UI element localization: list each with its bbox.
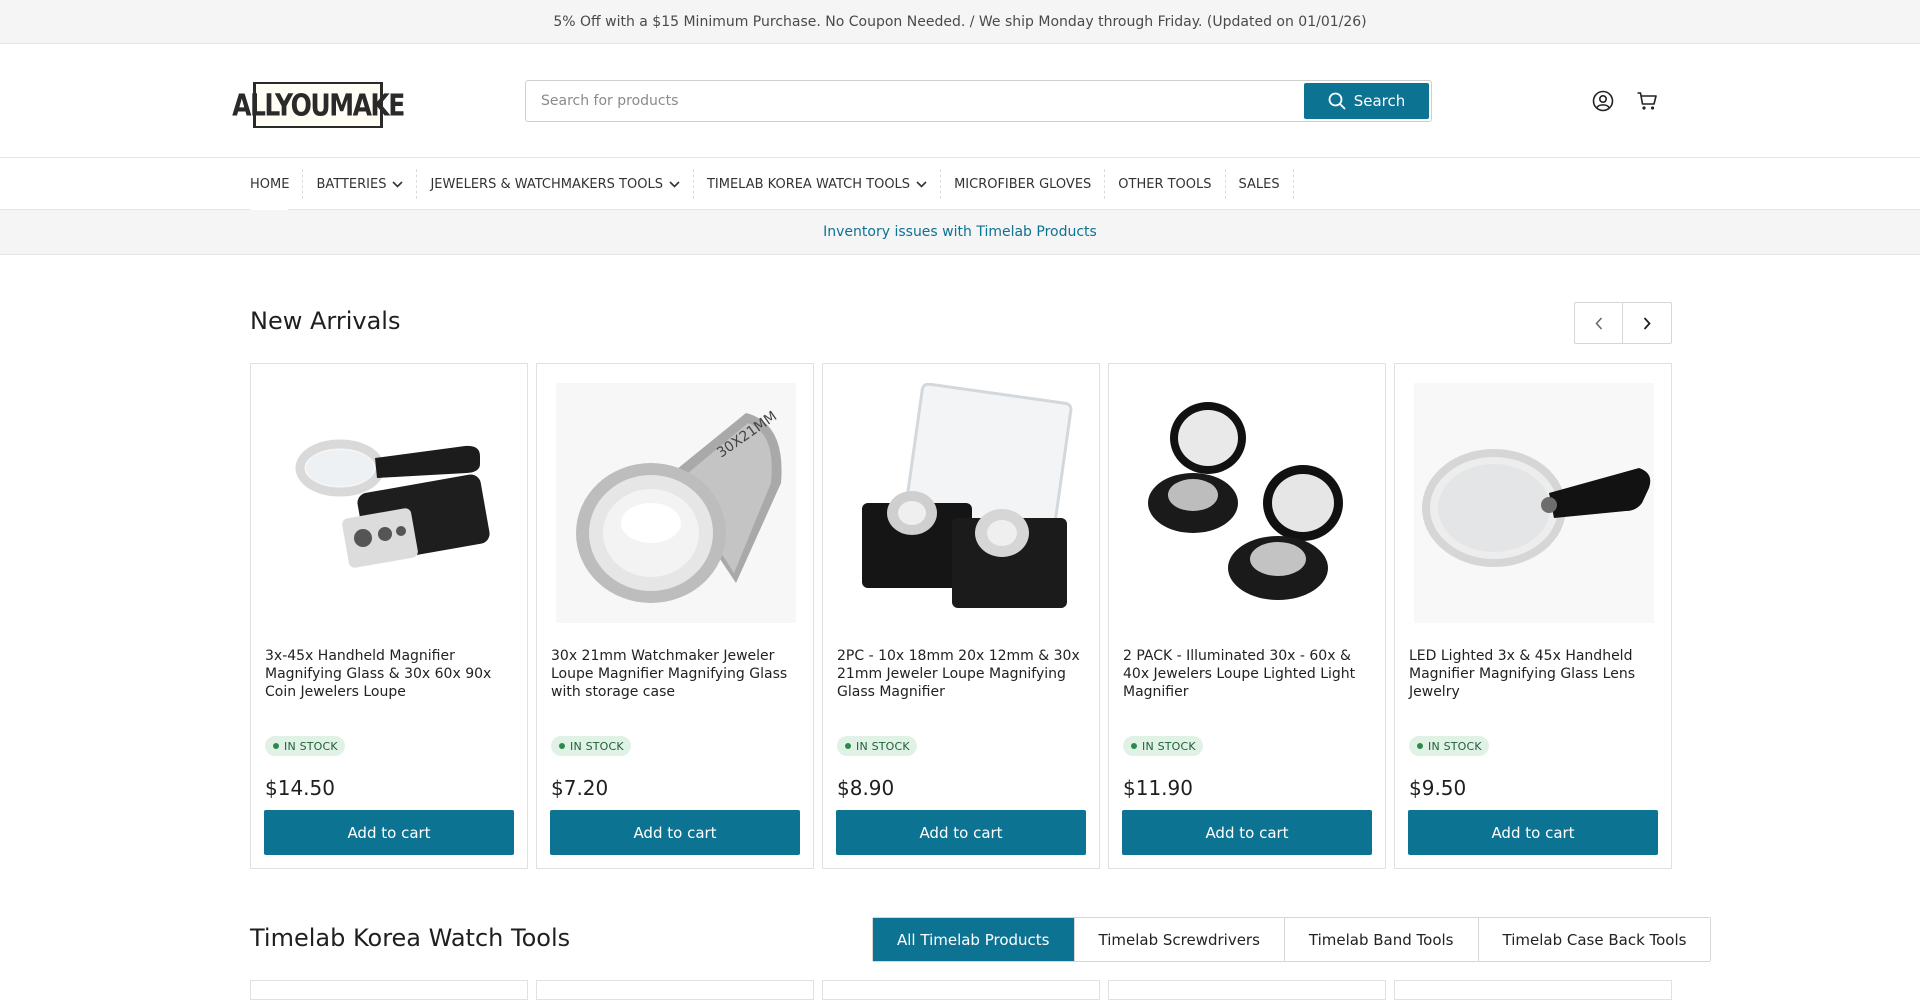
stock-dot-icon: [845, 743, 851, 749]
announcement-bar: 5% Off with a $15 Minimum Purchase. No C…: [0, 0, 1920, 44]
product-image[interactable]: [1123, 378, 1373, 628]
stock-badge: IN STOCK: [1409, 736, 1489, 756]
account-button[interactable]: [1590, 88, 1616, 114]
nav-item-label: BATTERIES: [316, 176, 387, 192]
nav-item-batteries[interactable]: BATTERIES: [303, 169, 418, 199]
stock-badge: IN STOCK: [837, 736, 917, 756]
tab-timelab-screwdrivers[interactable]: Timelab Screwdrivers: [1074, 918, 1285, 961]
handheld-magnifier-image: [295, 439, 490, 568]
search-input[interactable]: [526, 81, 1304, 121]
nav-item-label: TIMELAB KOREA WATCH TOOLS: [706, 176, 911, 192]
tab-timelab-case-back-tools[interactable]: Timelab Case Back Tools: [1478, 918, 1711, 961]
product-image[interactable]: 30X21MM: [551, 378, 801, 628]
carousel-prev-button[interactable]: [1575, 303, 1623, 343]
stock-label: IN STOCK: [1428, 739, 1482, 753]
product-price: $7.20: [551, 776, 609, 800]
nav-item-timelab-tools[interactable]: TIMELAB KOREA WATCH TOOLS: [694, 169, 942, 199]
product-title[interactable]: LED Lighted 3x & 45x Handheld Magnifier …: [1409, 647, 1659, 701]
product-price: $14.50: [265, 776, 335, 800]
nav-item-label: OTHER TOOLS: [1118, 176, 1212, 192]
logo-text: ALLYOUMAKE: [232, 87, 405, 123]
product-image[interactable]: [1409, 378, 1659, 628]
cart-icon: [1637, 92, 1657, 110]
nav-item-label: HOME: [250, 176, 290, 192]
nav-item-microfiber-gloves[interactable]: MICROFIBER GLOVES: [941, 169, 1106, 199]
product-card[interactable]: [1108, 980, 1386, 1000]
stock-label: IN STOCK: [856, 739, 910, 753]
add-to-cart-button[interactable]: Add to cart: [1122, 810, 1372, 855]
product-price: $8.90: [837, 776, 895, 800]
notice-link[interactable]: Inventory issues with Timelab Products: [823, 224, 1097, 240]
new-arrivals-title: New Arrivals: [250, 307, 401, 335]
product-card[interactable]: LED Lighted 3x & 45x Handheld Magnifier …: [1394, 363, 1672, 869]
search-icon: [1328, 92, 1346, 110]
product-card[interactable]: 30X21MM 30x 21mm Watchmaker Jeweler Loup…: [536, 363, 814, 869]
product-image[interactable]: [837, 378, 1087, 628]
add-to-cart-button[interactable]: Add to cart: [264, 810, 514, 855]
chevron-down-icon: [669, 180, 680, 188]
add-to-cart-button[interactable]: Add to cart: [550, 810, 800, 855]
nav-item-home[interactable]: HOME: [250, 169, 304, 210]
nav-item-label: MICROFIBER GLOVES: [954, 176, 1092, 192]
product-card[interactable]: [1394, 980, 1672, 1000]
product-title[interactable]: 3x-45x Handheld Magnifier Magnifying Gla…: [265, 647, 515, 701]
main-navigation: HOME BATTERIES JEWELERS & WATCHMAKERS TO…: [0, 158, 1920, 210]
stock-badge: IN STOCK: [551, 736, 631, 756]
led-handheld-magnifier-image: [1414, 383, 1654, 623]
chrome-loupe-image: 30X21MM: [556, 383, 796, 623]
product-card[interactable]: 2 PACK - Illuminated 30x - 60x & 40x Jew…: [1108, 363, 1386, 869]
product-card[interactable]: [536, 980, 814, 1000]
stock-dot-icon: [1131, 743, 1137, 749]
nav-item-label: JEWELERS & WATCHMAKERS TOOLS: [430, 176, 663, 192]
stock-dot-icon: [1417, 743, 1423, 749]
stock-label: IN STOCK: [1142, 739, 1196, 753]
account-icon: [1592, 90, 1614, 112]
notice-bar: Inventory issues with Timelab Products: [0, 210, 1920, 255]
product-card[interactable]: 2PC - 10x 18mm 20x 12mm & 30x 21mm Jewel…: [822, 363, 1100, 869]
nav-item-label: SALES: [1238, 176, 1280, 192]
timelab-product-row: [250, 980, 1672, 1000]
announcement-text: 5% Off with a $15 Minimum Purchase. No C…: [553, 13, 1367, 30]
chevron-down-icon: [916, 180, 927, 188]
stock-label: IN STOCK: [284, 739, 338, 753]
product-card[interactable]: [250, 980, 528, 1000]
stock-dot-icon: [273, 743, 279, 749]
site-header: ALLYOUMAKE Search: [0, 44, 1920, 158]
add-to-cart-button[interactable]: Add to cart: [1408, 810, 1658, 855]
carousel-controls: [1574, 302, 1672, 344]
stock-badge: IN STOCK: [265, 736, 345, 756]
timelab-tabs: All Timelab Products Timelab Screwdriver…: [872, 917, 1712, 962]
site-logo[interactable]: ALLYOUMAKE: [232, 82, 405, 128]
stock-badge: IN STOCK: [1123, 736, 1203, 756]
tab-all-timelab-products[interactable]: All Timelab Products: [873, 918, 1075, 961]
nav-item-other-tools[interactable]: OTHER TOOLS: [1105, 169, 1226, 199]
product-card[interactable]: 3x-45x Handheld Magnifier Magnifying Gla…: [250, 363, 528, 869]
product-title[interactable]: 2PC - 10x 18mm 20x 12mm & 30x 21mm Jewel…: [837, 647, 1087, 701]
nav-item-jewelers-tools[interactable]: JEWELERS & WATCHMAKERS TOOLS: [417, 169, 694, 199]
cart-button[interactable]: [1634, 88, 1660, 114]
add-to-cart-button[interactable]: Add to cart: [836, 810, 1086, 855]
stock-dot-icon: [559, 743, 565, 749]
search-button[interactable]: Search: [1304, 83, 1429, 119]
timelab-section-title: Timelab Korea Watch Tools: [250, 924, 571, 952]
chevron-right-icon: [1643, 316, 1651, 330]
product-title[interactable]: 2 PACK - Illuminated 30x - 60x & 40x Jew…: [1123, 647, 1373, 701]
product-image[interactable]: [265, 378, 515, 628]
product-card[interactable]: [822, 980, 1100, 1000]
stock-label: IN STOCK: [570, 739, 624, 753]
product-price: $9.50: [1409, 776, 1467, 800]
two-illuminated-loupes-image: [1148, 402, 1343, 600]
search-bar: Search: [525, 80, 1432, 122]
product-title[interactable]: 30x 21mm Watchmaker Jeweler Loupe Magnif…: [551, 647, 801, 701]
product-price: $11.90: [1123, 776, 1193, 800]
chevron-left-icon: [1594, 316, 1602, 330]
product-carousel: 3x-45x Handheld Magnifier Magnifying Gla…: [250, 363, 1672, 869]
nav-item-sales[interactable]: SALES: [1226, 169, 1294, 199]
chevron-down-icon: [392, 180, 404, 188]
search-button-label: Search: [1353, 92, 1406, 110]
two-loupes-in-cases-image: [862, 383, 1073, 608]
tab-timelab-band-tools[interactable]: Timelab Band Tools: [1284, 918, 1479, 961]
carousel-next-button[interactable]: [1623, 303, 1671, 343]
